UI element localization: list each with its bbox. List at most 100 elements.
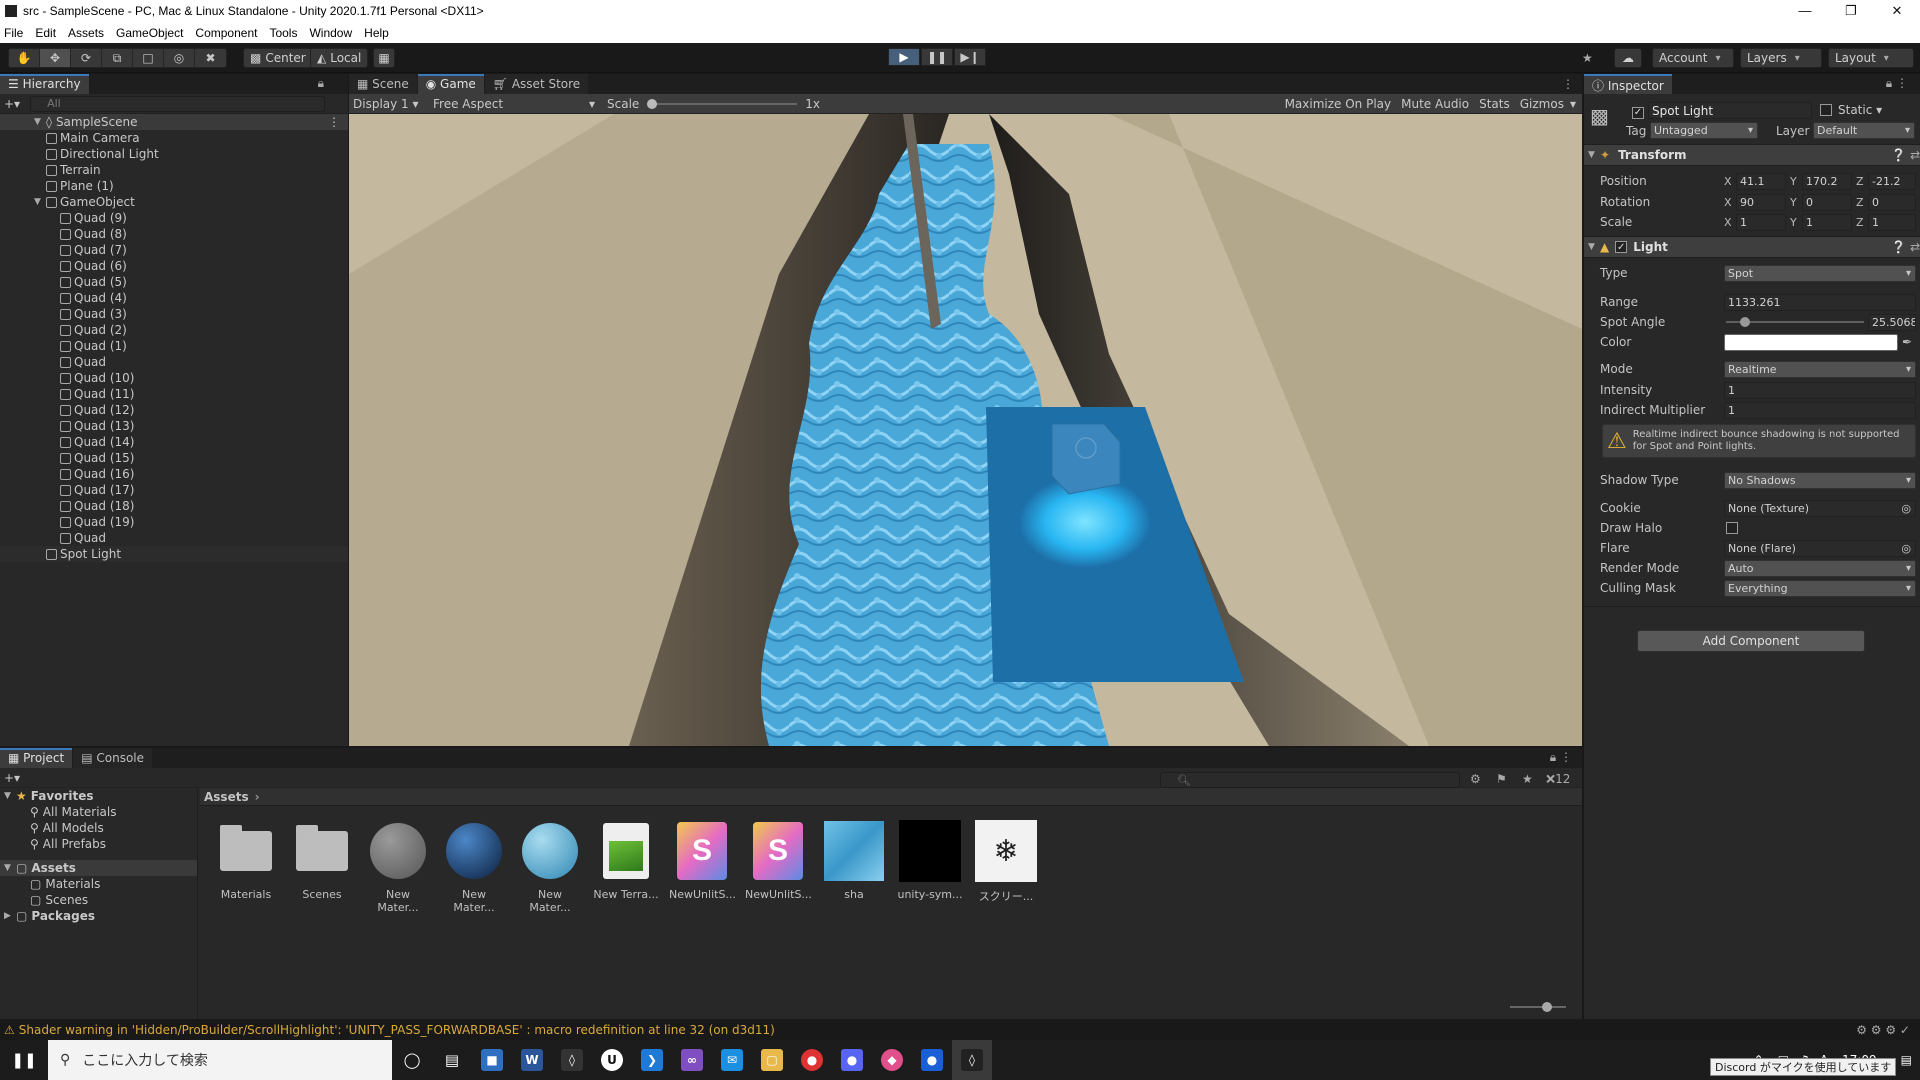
assets-fold-icon[interactable]: ▼ — [4, 863, 16, 873]
tree-folder-scenes[interactable]: ▢ Scenes — [0, 892, 197, 908]
position-y-field[interactable]: 170.2 — [1802, 172, 1852, 190]
render-mode-dropdown[interactable]: Auto — [1724, 559, 1916, 577]
light-fold-icon[interactable]: ▼ — [1588, 242, 1600, 252]
maps-icon[interactable]: ● — [912, 1040, 952, 1080]
hierarchy-item[interactable]: Quad (4) — [0, 290, 348, 306]
scale-slider-handle[interactable] — [647, 98, 658, 109]
menu-edit[interactable]: Edit — [35, 26, 56, 40]
tab-asset-store[interactable]: 🛒︎ Asset Store — [484, 74, 589, 94]
game-render-view[interactable] — [349, 114, 1582, 746]
transform-header[interactable]: ▼ ✦ Transform ❔ ⇄ ⋮ — [1584, 144, 1920, 166]
rotate-tool-icon[interactable]: ⟳ — [71, 49, 102, 67]
asset-item[interactable]: unity-sym... — [897, 820, 963, 901]
scale-y-field[interactable]: 1 — [1802, 213, 1852, 231]
light-type-dropdown[interactable]: Spot — [1724, 264, 1916, 282]
culling-mask-dropdown[interactable]: Everything — [1724, 579, 1916, 597]
rotation-y-field[interactable]: 0 — [1802, 193, 1852, 211]
mode-dropdown[interactable]: Realtime — [1724, 360, 1916, 378]
filter-label-icon[interactable]: ⚑ — [1496, 772, 1507, 786]
rotation-z-field[interactable]: 0 — [1868, 193, 1916, 211]
inspector-lock-icon[interactable]: 🔒︎ ⋮ — [1886, 76, 1908, 91]
hierarchy-item[interactable]: Quad (12) — [0, 402, 348, 418]
hierarchy-item[interactable]: Directional Light — [0, 146, 348, 162]
light-enabled-checkbox[interactable]: ✓ — [1615, 241, 1628, 253]
indirect-multiplier-field[interactable]: 1 — [1724, 401, 1916, 419]
hierarchy-item[interactable]: Quad (1) — [0, 338, 348, 354]
hidden-packages-icon[interactable]: ❌︎12 — [1546, 772, 1570, 787]
scale-tool-icon[interactable]: ⧉ — [102, 49, 133, 67]
tab-project[interactable]: ▦ Project — [0, 748, 73, 768]
packages-node[interactable]: ▶ ▢ Packages — [0, 908, 197, 924]
play-button[interactable]: ▶ — [888, 48, 920, 66]
object-name-field[interactable]: Spot Light — [1648, 102, 1812, 119]
menu-assets[interactable]: Assets — [68, 26, 104, 40]
project-search-input[interactable]: 🔍︎ — [1160, 772, 1460, 788]
hierarchy-item[interactable]: Quad (19) — [0, 514, 348, 530]
tag-dropdown[interactable]: Untagged — [1650, 122, 1758, 139]
tab-hierarchy[interactable]: ☰ Hierarchy — [0, 74, 89, 94]
pause-button[interactable]: ❚❚ — [921, 48, 953, 66]
asset-item[interactable]: New Mater... — [517, 820, 583, 914]
pivot-center-toggle[interactable]: ▩ Center — [243, 48, 313, 68]
spot-angle-slider-handle[interactable] — [1740, 317, 1751, 327]
mail-icon[interactable]: ✉ — [712, 1040, 752, 1080]
lock-icon[interactable]: 🔒︎ — [318, 76, 324, 91]
range-field[interactable]: 1133.261 — [1724, 293, 1916, 311]
hierarchy-item[interactable]: Quad (7) — [0, 242, 348, 258]
asset-item[interactable]: Materials — [213, 820, 279, 901]
custom-tool-icon[interactable]: ✖ — [195, 49, 226, 67]
hierarchy-item[interactable]: Quad (3) — [0, 306, 348, 322]
flare-field[interactable]: None (Flare) ◎ — [1724, 539, 1916, 557]
display-dropdown[interactable]: Display 1 ▾ — [353, 97, 433, 111]
hierarchy-item[interactable]: Quad (2) — [0, 322, 348, 338]
hierarchy-item[interactable]: Main Camera — [0, 130, 348, 146]
maximize-on-play-toggle[interactable]: Maximize On Play — [1285, 97, 1392, 111]
hand-tool-icon[interactable]: ✋ — [9, 49, 40, 67]
menu-component[interactable]: Component — [195, 26, 257, 40]
transform-help-icon[interactable]: ❔ ⇄ ⋮ — [1891, 148, 1920, 162]
account-dropdown[interactable]: Account — [1652, 48, 1734, 68]
tab-console[interactable]: ▤ Console — [73, 748, 153, 768]
menu-tools[interactable]: Tools — [269, 26, 297, 40]
hierarchy-item[interactable]: Quad (9) — [0, 210, 348, 226]
static-dropdown[interactable]: Static ▾ — [1838, 103, 1882, 117]
asset-item[interactable]: S NewUnlitS... — [669, 820, 736, 901]
hierarchy-item[interactable]: Spot Light — [0, 546, 348, 562]
intensity-field[interactable]: 1 — [1724, 381, 1916, 399]
draw-halo-checkbox[interactable] — [1726, 522, 1738, 534]
maximize-button[interactable]: ❐ — [1828, 3, 1874, 19]
cortana-icon[interactable]: ◯ — [392, 1040, 432, 1080]
menu-gameobject[interactable]: GameObject — [116, 26, 183, 40]
asset-item[interactable]: sha — [821, 820, 887, 901]
store-icon[interactable]: ■ — [472, 1040, 512, 1080]
object-picker-icon[interactable]: ◎ — [1901, 502, 1911, 515]
stats-toggle[interactable]: Stats — [1479, 97, 1510, 111]
gizmos-dropdown-icon[interactable]: ▾ — [1570, 97, 1576, 111]
menu-help[interactable]: Help — [364, 26, 389, 40]
menu-file[interactable]: File — [4, 26, 23, 40]
rect-tool-icon[interactable]: □ — [133, 49, 164, 67]
hierarchy-item[interactable]: Quad — [0, 530, 348, 546]
hierarchy-item[interactable]: Quad (10) — [0, 370, 348, 386]
vscode-icon[interactable]: ❯ — [632, 1040, 672, 1080]
unreal-icon[interactable]: U — [592, 1040, 632, 1080]
spot-angle-field[interactable]: 25.5068 — [1868, 313, 1916, 331]
hierarchy-item[interactable]: Quad (8) — [0, 226, 348, 242]
transform-tool-icon[interactable]: ◎ — [164, 49, 195, 67]
hierarchy-search-input[interactable]: All — [30, 95, 326, 112]
hierarchy-item[interactable]: Quad (18) — [0, 498, 348, 514]
active-checkbox[interactable]: ✓ — [1632, 106, 1644, 119]
windows-start-icon[interactable]: ❚❚ — [0, 1040, 48, 1080]
project-lock-icon[interactable]: 🔒︎ ⋮ — [1550, 750, 1572, 765]
scene-root-row[interactable]: ▼ ◊ SampleScene ⋮ — [0, 114, 348, 130]
word-icon[interactable]: W — [512, 1040, 552, 1080]
position-x-field[interactable]: 41.1 — [1736, 172, 1786, 190]
favorite-all-prefabs[interactable]: ⚲ All Prefabs — [0, 836, 197, 852]
light-header[interactable]: ▼ ▲ ✓ Light ❔ ⇄ ⋮ — [1584, 236, 1920, 258]
hierarchy-item[interactable]: Terrain — [0, 162, 348, 178]
unity-hub-icon[interactable]: ◊ — [552, 1040, 592, 1080]
asset-item[interactable]: S NewUnlitS... — [745, 820, 812, 901]
pivot-space-toggle[interactable]: ◭ Local — [310, 48, 369, 68]
transform-fold-icon[interactable]: ▼ — [1588, 150, 1600, 160]
flare-picker-icon[interactable]: ◎ — [1901, 542, 1911, 555]
